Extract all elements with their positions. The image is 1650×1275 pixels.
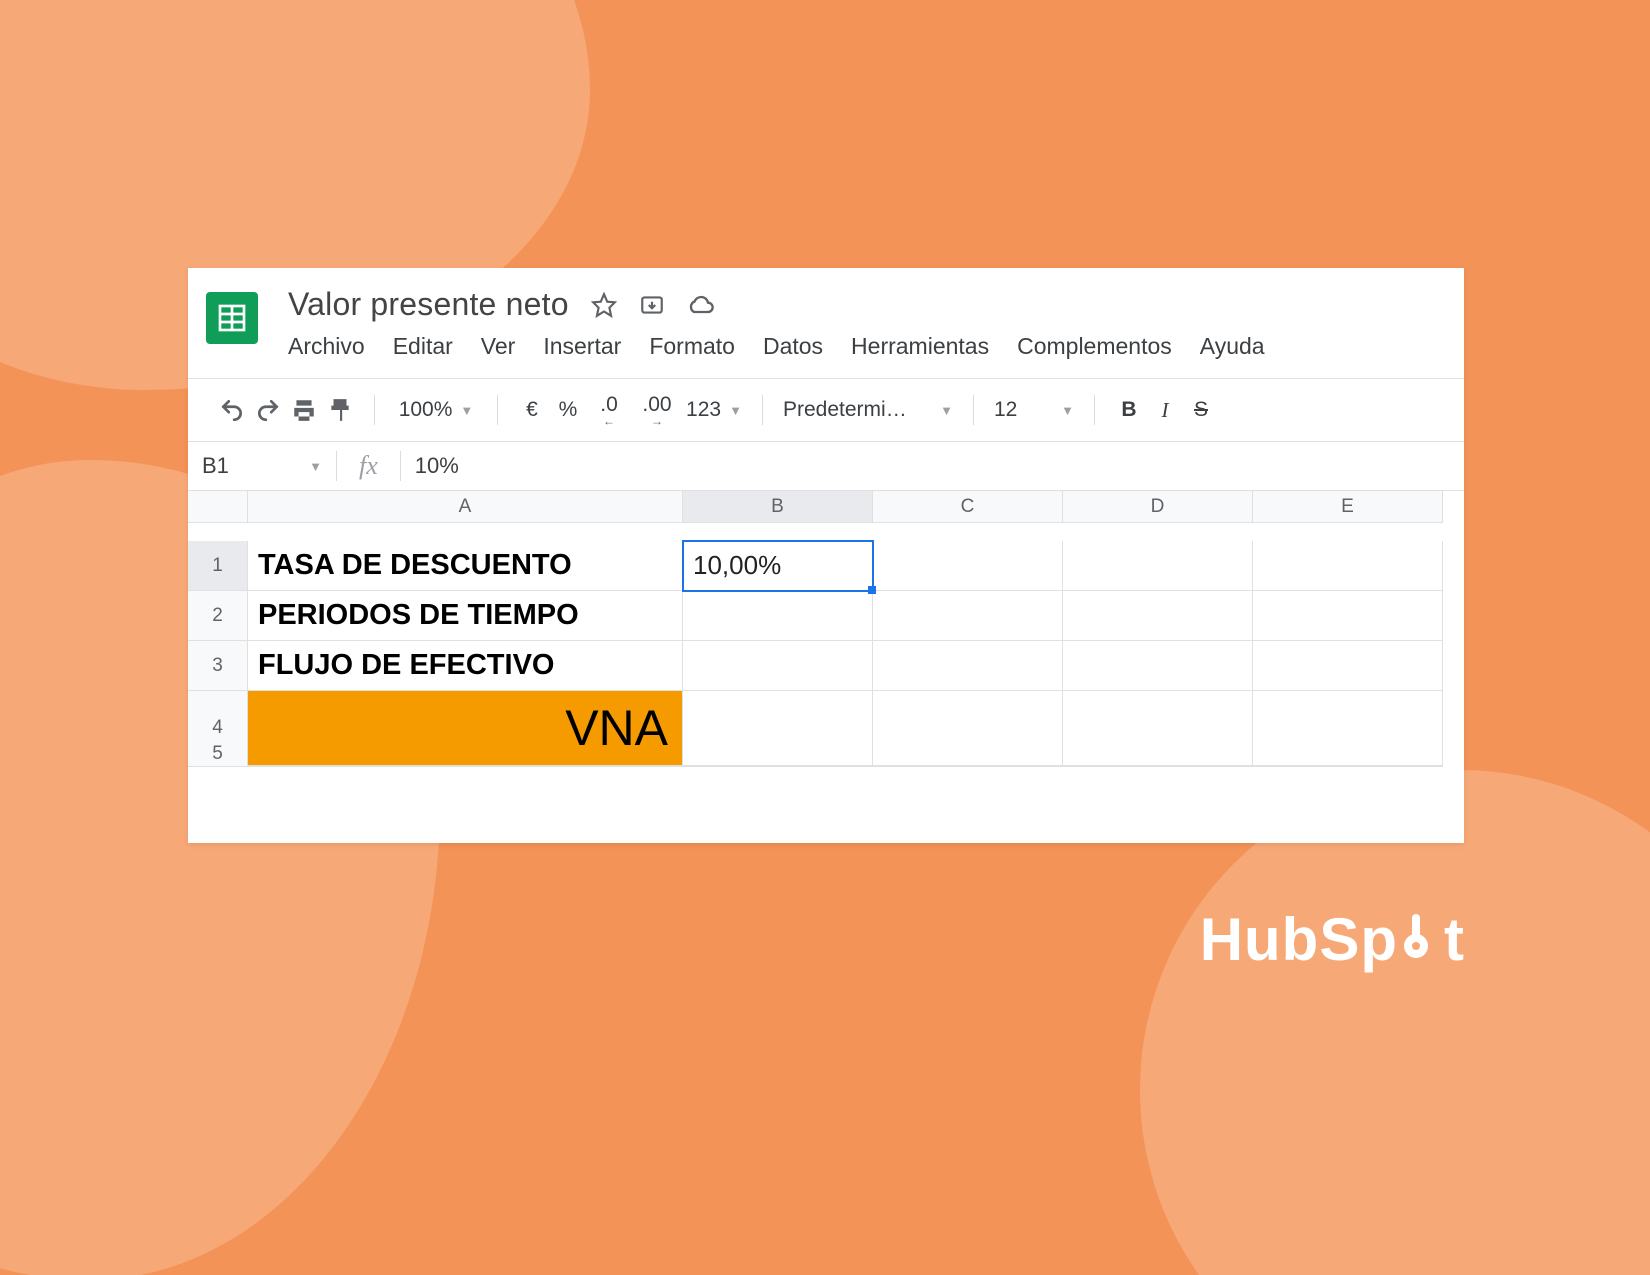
- spreadsheet-window: Valor presente neto Archivo Editar Ver: [188, 268, 1464, 843]
- name-box[interactable]: B1▼: [188, 453, 336, 479]
- menu-complementos[interactable]: Complementos: [1017, 333, 1172, 360]
- row-header-2[interactable]: 2: [188, 591, 248, 641]
- cell-d1[interactable]: [1063, 541, 1253, 591]
- formula-input[interactable]: 10%: [401, 453, 459, 479]
- column-header-c[interactable]: C: [873, 491, 1063, 523]
- menu-archivo[interactable]: Archivo: [288, 333, 365, 360]
- cell-e5[interactable]: [1253, 741, 1443, 767]
- menu-editar[interactable]: Editar: [393, 333, 453, 360]
- menu-datos[interactable]: Datos: [763, 333, 823, 360]
- column-header-a[interactable]: A: [248, 491, 683, 523]
- zoom-dropdown[interactable]: 100%▼: [391, 392, 481, 428]
- row-header-1[interactable]: 1: [188, 541, 248, 591]
- title-bar: Valor presente neto Archivo Editar Ver: [188, 268, 1464, 360]
- undo-button[interactable]: [214, 392, 250, 428]
- print-button[interactable]: [286, 392, 322, 428]
- cell-d5[interactable]: [1063, 741, 1253, 767]
- cell-b5[interactable]: [683, 741, 873, 767]
- toolbar: 100%▼ € % .0← .00→ 123▼ Predetermi…▼ 12▼: [188, 378, 1464, 442]
- hubspot-logo: HubSpt: [1200, 905, 1465, 974]
- menu-bar: Archivo Editar Ver Insertar Formato Dato…: [288, 323, 1265, 360]
- cell-d3[interactable]: [1063, 641, 1253, 691]
- spreadsheet-grid[interactable]: A B C D E 1 TASA DE DESCUENTO 10,00% 2 P…: [188, 491, 1464, 791]
- cell-b2[interactable]: [683, 591, 873, 641]
- row-header-3[interactable]: 3: [188, 641, 248, 691]
- cell-c1[interactable]: [873, 541, 1063, 591]
- cell-a3[interactable]: FLUJO DE EFECTIVO: [248, 641, 683, 691]
- paint-format-button[interactable]: [322, 392, 358, 428]
- cell-e2[interactable]: [1253, 591, 1443, 641]
- cell-a5[interactable]: [248, 741, 683, 767]
- column-header-d[interactable]: D: [1063, 491, 1253, 523]
- menu-insertar[interactable]: Insertar: [543, 333, 621, 360]
- cell-b1-selected[interactable]: 10,00%: [683, 541, 873, 591]
- star-icon[interactable]: [591, 292, 617, 318]
- decrease-decimal-button[interactable]: .0←: [586, 392, 632, 428]
- menu-ver[interactable]: Ver: [481, 333, 516, 360]
- cell-a2[interactable]: PERIODOS DE TIEMPO: [248, 591, 683, 641]
- currency-button[interactable]: €: [514, 392, 550, 428]
- bold-button[interactable]: B: [1111, 392, 1147, 428]
- selection-handle[interactable]: [868, 586, 876, 594]
- strikethrough-button[interactable]: S: [1183, 392, 1219, 428]
- redo-button[interactable]: [250, 392, 286, 428]
- document-title[interactable]: Valor presente neto: [288, 286, 569, 323]
- cell-e3[interactable]: [1253, 641, 1443, 691]
- cell-b3[interactable]: [683, 641, 873, 691]
- cell-e1[interactable]: [1253, 541, 1443, 591]
- cloud-status-icon[interactable]: [687, 291, 715, 319]
- fx-icon: fx: [337, 451, 400, 481]
- cell-c2[interactable]: [873, 591, 1063, 641]
- select-all-corner[interactable]: [188, 491, 248, 523]
- sprocket-icon: [1392, 916, 1440, 964]
- menu-ayuda[interactable]: Ayuda: [1200, 333, 1265, 360]
- column-header-b[interactable]: B: [683, 491, 873, 523]
- menu-herramientas[interactable]: Herramientas: [851, 333, 989, 360]
- increase-decimal-button[interactable]: .00→: [632, 392, 682, 428]
- number-format-dropdown[interactable]: 123▼: [682, 392, 746, 428]
- cell-a1[interactable]: TASA DE DESCUENTO: [248, 541, 683, 591]
- page-background: Valor presente neto Archivo Editar Ver: [0, 0, 1650, 1275]
- font-size-dropdown[interactable]: 12▼: [990, 392, 1078, 428]
- column-header-e[interactable]: E: [1253, 491, 1443, 523]
- cell-c3[interactable]: [873, 641, 1063, 691]
- menu-formato[interactable]: Formato: [649, 333, 735, 360]
- font-dropdown[interactable]: Predetermi…▼: [779, 392, 957, 428]
- italic-button[interactable]: I: [1147, 392, 1183, 428]
- move-icon[interactable]: [639, 292, 665, 318]
- percent-button[interactable]: %: [550, 392, 586, 428]
- cell-d2[interactable]: [1063, 591, 1253, 641]
- formula-bar: B1▼ fx 10%: [188, 442, 1464, 491]
- sheets-logo-icon[interactable]: [206, 292, 258, 344]
- cell-c5[interactable]: [873, 741, 1063, 767]
- row-header-5[interactable]: 5: [188, 741, 248, 767]
- decorative-blob: [1140, 770, 1650, 1275]
